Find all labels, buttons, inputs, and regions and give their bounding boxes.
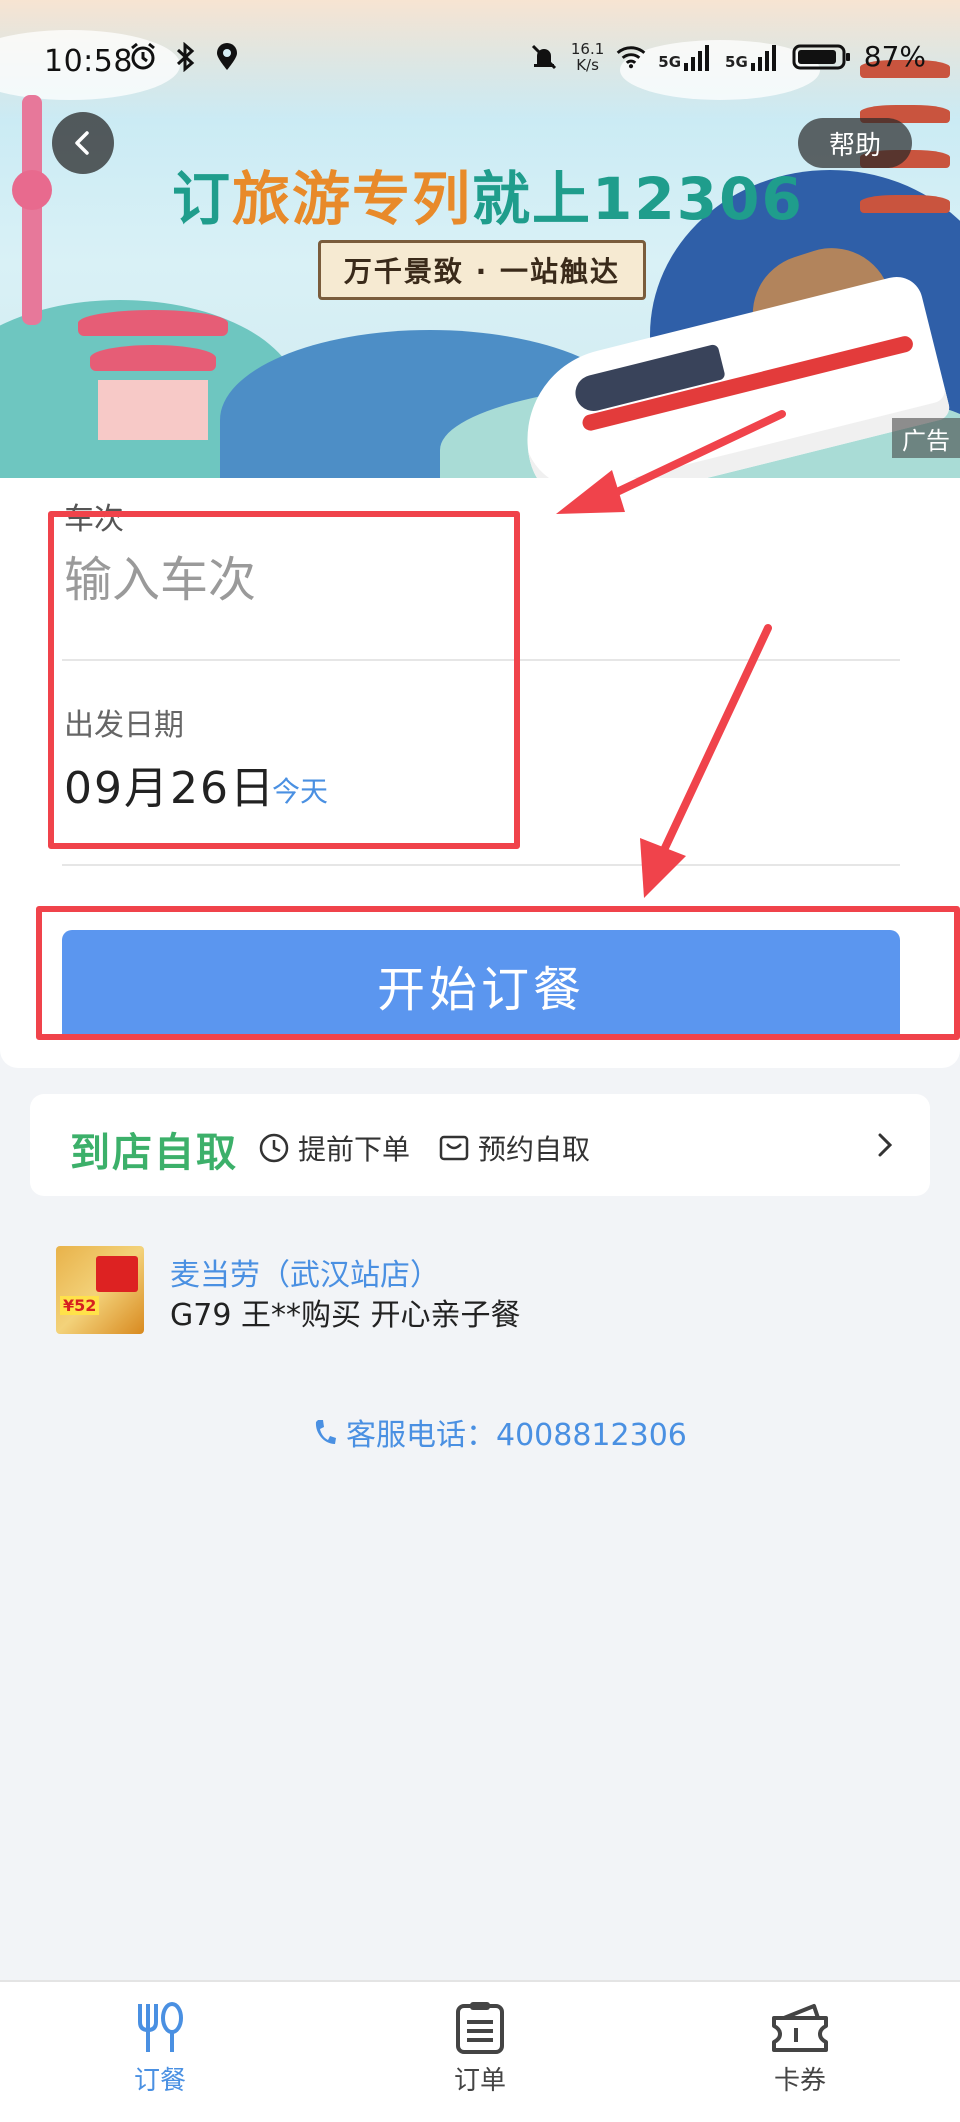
banner-title-highlight: 旅游专列 (232, 165, 473, 233)
banner-subtitle: 万千景致 · 一站触达 (318, 240, 646, 300)
signal-5g-1: 5G (658, 43, 713, 71)
coupon-icon (772, 2004, 828, 2052)
phone-icon (315, 1420, 336, 1444)
nav-label: 卡券 (773, 2066, 826, 2096)
location-icon (212, 42, 242, 72)
nav-label: 订单 (453, 2066, 506, 2096)
wifi-icon (616, 42, 646, 72)
alarm-icon (128, 42, 158, 72)
mute-bell-icon (529, 42, 559, 72)
store-pickup-bar[interactable]: 到店自取 提前下单 预约自取 (30, 1094, 930, 1196)
status-icons-left (128, 42, 242, 72)
net-speed-value: 16.1 (570, 39, 605, 58)
bottom-nav: 订餐 订单 卡券 (0, 1980, 960, 2122)
divider (62, 864, 900, 866)
chevron-right-icon (878, 1133, 893, 1157)
nav-item-orders[interactable]: 订单 (400, 2000, 560, 2097)
meal-box-image (96, 1256, 138, 1292)
feed-thumbnail: ¥52 (56, 1246, 144, 1334)
annotation-box-form (48, 511, 520, 849)
pickup-title: 到店自取 (70, 1130, 238, 1176)
cutlery-icon (138, 2002, 183, 2052)
bluetooth-icon (170, 42, 200, 72)
status-time: 10:58 (44, 44, 133, 79)
nav-item-coupons[interactable]: 卡券 (720, 2000, 880, 2097)
signal-5g-label: 5G (725, 52, 748, 71)
feed-description: G79 王**购买 开心亲子餐 (170, 1298, 521, 1333)
tv-tower-ball (12, 170, 52, 210)
ad-tag: 广告 (892, 418, 960, 458)
back-button[interactable] (52, 112, 114, 174)
tv-tower-illustration (22, 95, 42, 325)
pickup-feature-preorder: 提前下单 (258, 1128, 410, 1168)
annotation-box-button (36, 906, 960, 1040)
clock-icon (259, 1133, 289, 1163)
banner-title: 订旅游专列就上12306 (172, 152, 804, 236)
pickup-feature-reserve: 预约自取 (438, 1128, 590, 1168)
status-bar: 10:58 16.1 K/s 5G 5G 87% (0, 0, 960, 120)
temple-illustration (78, 300, 228, 450)
signal-5g-label: 5G (658, 52, 682, 71)
chevron-left-icon (75, 131, 89, 155)
banner-title-part3: 就上12306 (472, 165, 804, 233)
pickup-feature-label: 提前下单 (298, 1133, 411, 1166)
order-list-icon (456, 2002, 504, 2054)
customer-service-hotline[interactable]: 客服电话：4008812306 (312, 1410, 687, 1454)
feed-store-name[interactable]: 麦当劳（武汉站店） (170, 1250, 440, 1294)
net-speed-unit: K/s (576, 55, 599, 74)
nav-label: 订餐 (133, 2066, 186, 2096)
signal-5g-2: 5G (725, 43, 780, 71)
battery-icon (792, 42, 852, 72)
hotline-text: 客服电话：4008812306 (346, 1418, 687, 1453)
battery-percent: 87% (863, 40, 926, 73)
signal-bars-icon (684, 44, 710, 71)
banner-title-part1: 订 (172, 165, 233, 233)
thumb-price-badge: ¥52 (60, 1296, 100, 1315)
net-speed: 16.1 K/s (571, 41, 604, 73)
status-icons-right: 16.1 K/s 5G 5G 87% (529, 40, 926, 73)
bag-icon (439, 1135, 469, 1161)
signal-bars-icon (750, 44, 776, 71)
nav-item-order-meal[interactable]: 订餐 (80, 2000, 240, 2097)
pickup-feature-label: 预约自取 (478, 1133, 591, 1166)
help-button[interactable]: 帮助 (798, 118, 912, 168)
